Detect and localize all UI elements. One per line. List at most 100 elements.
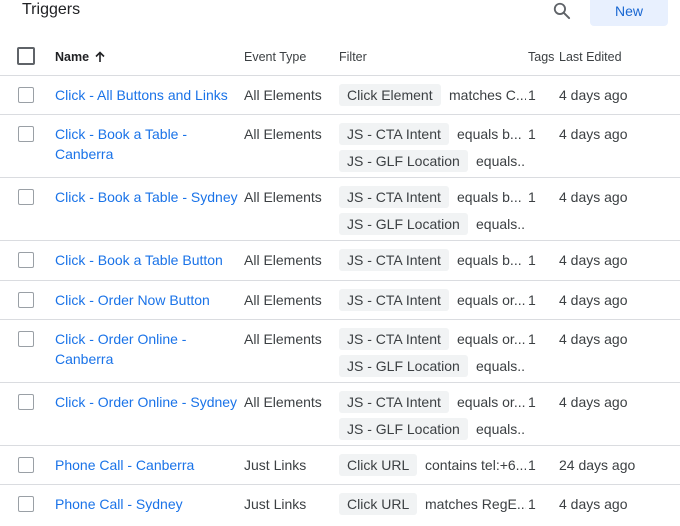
table-row[interactable]: Click - Order Online - Sydney All Element…: [0, 383, 680, 446]
filter-variable-chip: Click Element: [339, 84, 441, 106]
trigger-name-link[interactable]: Click - Book a Table Button: [55, 250, 240, 270]
row-checkbox[interactable]: [18, 496, 34, 512]
trigger-name-line: Click - Book a Table Button: [55, 252, 223, 268]
trigger-name-link[interactable]: Click - Book a Table - Canberra: [55, 124, 240, 164]
column-header-tags[interactable]: Tags: [528, 49, 554, 65]
table-row[interactable]: Click - Order Now Button All Elements JS -…: [0, 281, 680, 320]
trigger-name-line: Click - Order Now Button: [55, 292, 210, 308]
page-header: Triggers New: [0, 0, 680, 36]
last-edited: 4 days ago: [559, 126, 628, 142]
select-all-checkbox[interactable]: [17, 47, 35, 65]
trigger-name-link[interactable]: Click - Order Online - Sydney: [55, 392, 240, 412]
filter-value: equals or...: [457, 292, 526, 308]
filter-variable-chip: JS - GLF Location: [339, 150, 468, 172]
trigger-name-line: Click - All Buttons and Links: [55, 87, 228, 103]
filter-variable-chip: Click URL: [339, 493, 418, 515]
filter-value: matches RegE...: [425, 496, 526, 512]
tag-count: 1: [528, 496, 536, 512]
search-button[interactable]: [550, 0, 574, 22]
search-icon: [553, 2, 571, 20]
event-type: Just Links: [244, 496, 307, 512]
row-checkbox[interactable]: [18, 126, 34, 142]
filter-variable-chip: JS - GLF Location: [339, 213, 468, 235]
trigger-name-line: Click - Order Online - Sydney: [55, 394, 238, 410]
trigger-name-line: Click - Book a Table - Sydney: [55, 189, 238, 205]
last-edited: 4 days ago: [559, 331, 628, 347]
table-row[interactable]: Click - Book a Table - Canberra All Elemen…: [0, 115, 680, 178]
column-header-filter[interactable]: Filter: [339, 49, 367, 65]
table-row[interactable]: Click - All Buttons and Links All Element…: [0, 76, 680, 115]
row-checkbox[interactable]: [18, 292, 34, 308]
row-checkbox[interactable]: [18, 87, 34, 103]
table-row[interactable]: Click - Book a Table Button All Elements J…: [0, 241, 680, 281]
row-checkbox[interactable]: [18, 394, 34, 410]
trigger-name-link[interactable]: Click - All Buttons and Links: [55, 85, 240, 105]
column-header-last-edited[interactable]: Last Edited: [559, 49, 622, 65]
tag-count: 1: [528, 331, 536, 347]
event-type: All Elements: [244, 394, 322, 410]
filter-value: equals...: [476, 153, 526, 169]
row-checkbox[interactable]: [18, 252, 34, 268]
table-header: Name Event Type Filter Tags Last Edited: [0, 38, 680, 76]
table-row[interactable]: Click - Order Online - Canberra All Elemen…: [0, 320, 680, 383]
trigger-name-line: Click - Order Online -: [55, 331, 187, 347]
column-header-name[interactable]: Name: [55, 49, 106, 65]
trigger-name-link[interactable]: Click - Order Now Button: [55, 290, 240, 310]
row-checkbox[interactable]: [18, 189, 34, 205]
filter-value: contains tel:+6...: [425, 457, 526, 473]
last-edited: 4 days ago: [559, 252, 628, 268]
filter-value: equals or...: [457, 331, 526, 347]
event-type: All Elements: [244, 252, 322, 268]
trigger-name-link[interactable]: Click - Order Online - Canberra: [55, 329, 240, 369]
last-edited: 4 days ago: [559, 292, 628, 308]
event-type: All Elements: [244, 87, 322, 103]
filter-value: equals...: [476, 358, 526, 374]
tag-count: 1: [528, 189, 536, 205]
filter-value: equals b...: [457, 189, 522, 205]
table-row[interactable]: Phone Call - Canberra Just Links Click URL…: [0, 446, 680, 485]
tag-count: 1: [528, 126, 536, 142]
event-type: All Elements: [244, 292, 322, 308]
tag-count: 1: [528, 252, 536, 268]
trigger-name-link[interactable]: Click - Book a Table - Sydney: [55, 187, 240, 207]
trigger-name-line: Click - Book a Table -: [55, 126, 188, 142]
filter-variable-chip: JS - GLF Location: [339, 355, 468, 377]
filter-variable-chip: JS - CTA Intent: [339, 186, 449, 208]
triggers-page: Triggers New Name Event Type Filter Tags…: [0, 0, 680, 526]
tag-count: 1: [528, 394, 536, 410]
last-edited: 24 days ago: [559, 457, 636, 473]
trigger-name-line: Canberra: [55, 351, 114, 367]
last-edited: 4 days ago: [559, 87, 628, 103]
trigger-name-link[interactable]: Phone Call - Canberra: [55, 455, 240, 475]
trigger-name-line: Phone Call - Sydney: [55, 496, 183, 512]
column-header-name-label: Name: [55, 50, 90, 64]
tag-count: 1: [528, 292, 536, 308]
filter-variable-chip: JS - CTA Intent: [339, 328, 449, 350]
arrow-up-icon: [95, 51, 105, 62]
event-type: All Elements: [244, 331, 322, 347]
filter-variable-chip: JS - CTA Intent: [339, 289, 449, 311]
last-edited: 4 days ago: [559, 189, 628, 205]
table-row[interactable]: Click - Book a Table - Sydney All Element…: [0, 178, 680, 241]
last-edited: 4 days ago: [559, 394, 628, 410]
filter-variable-chip: JS - CTA Intent: [339, 123, 449, 145]
last-edited: 4 days ago: [559, 496, 628, 512]
row-checkbox[interactable]: [18, 457, 34, 473]
new-trigger-button[interactable]: New: [590, 0, 668, 26]
trigger-name-link[interactable]: Phone Call - Sydney: [55, 494, 240, 514]
table-row[interactable]: Phone Call - Sydney Just Links Click URL ma…: [0, 485, 680, 525]
filter-value: equals or...: [457, 394, 526, 410]
filter-variable-chip: JS - GLF Location: [339, 418, 468, 440]
event-type: Just Links: [244, 457, 307, 473]
row-checkbox[interactable]: [18, 331, 34, 347]
filter-variable-chip: JS - CTA Intent: [339, 391, 449, 413]
event-type: All Elements: [244, 189, 322, 205]
column-header-event-type[interactable]: Event Type: [244, 49, 306, 65]
trigger-name-line: Canberra: [55, 146, 114, 162]
filter-value: equals b...: [457, 252, 522, 268]
tag-count: 1: [528, 87, 536, 103]
filter-value: matches C...: [449, 87, 526, 103]
filter-value: equals b...: [457, 126, 522, 142]
event-type: All Elements: [244, 126, 322, 142]
filter-variable-chip: Click URL: [339, 454, 418, 476]
